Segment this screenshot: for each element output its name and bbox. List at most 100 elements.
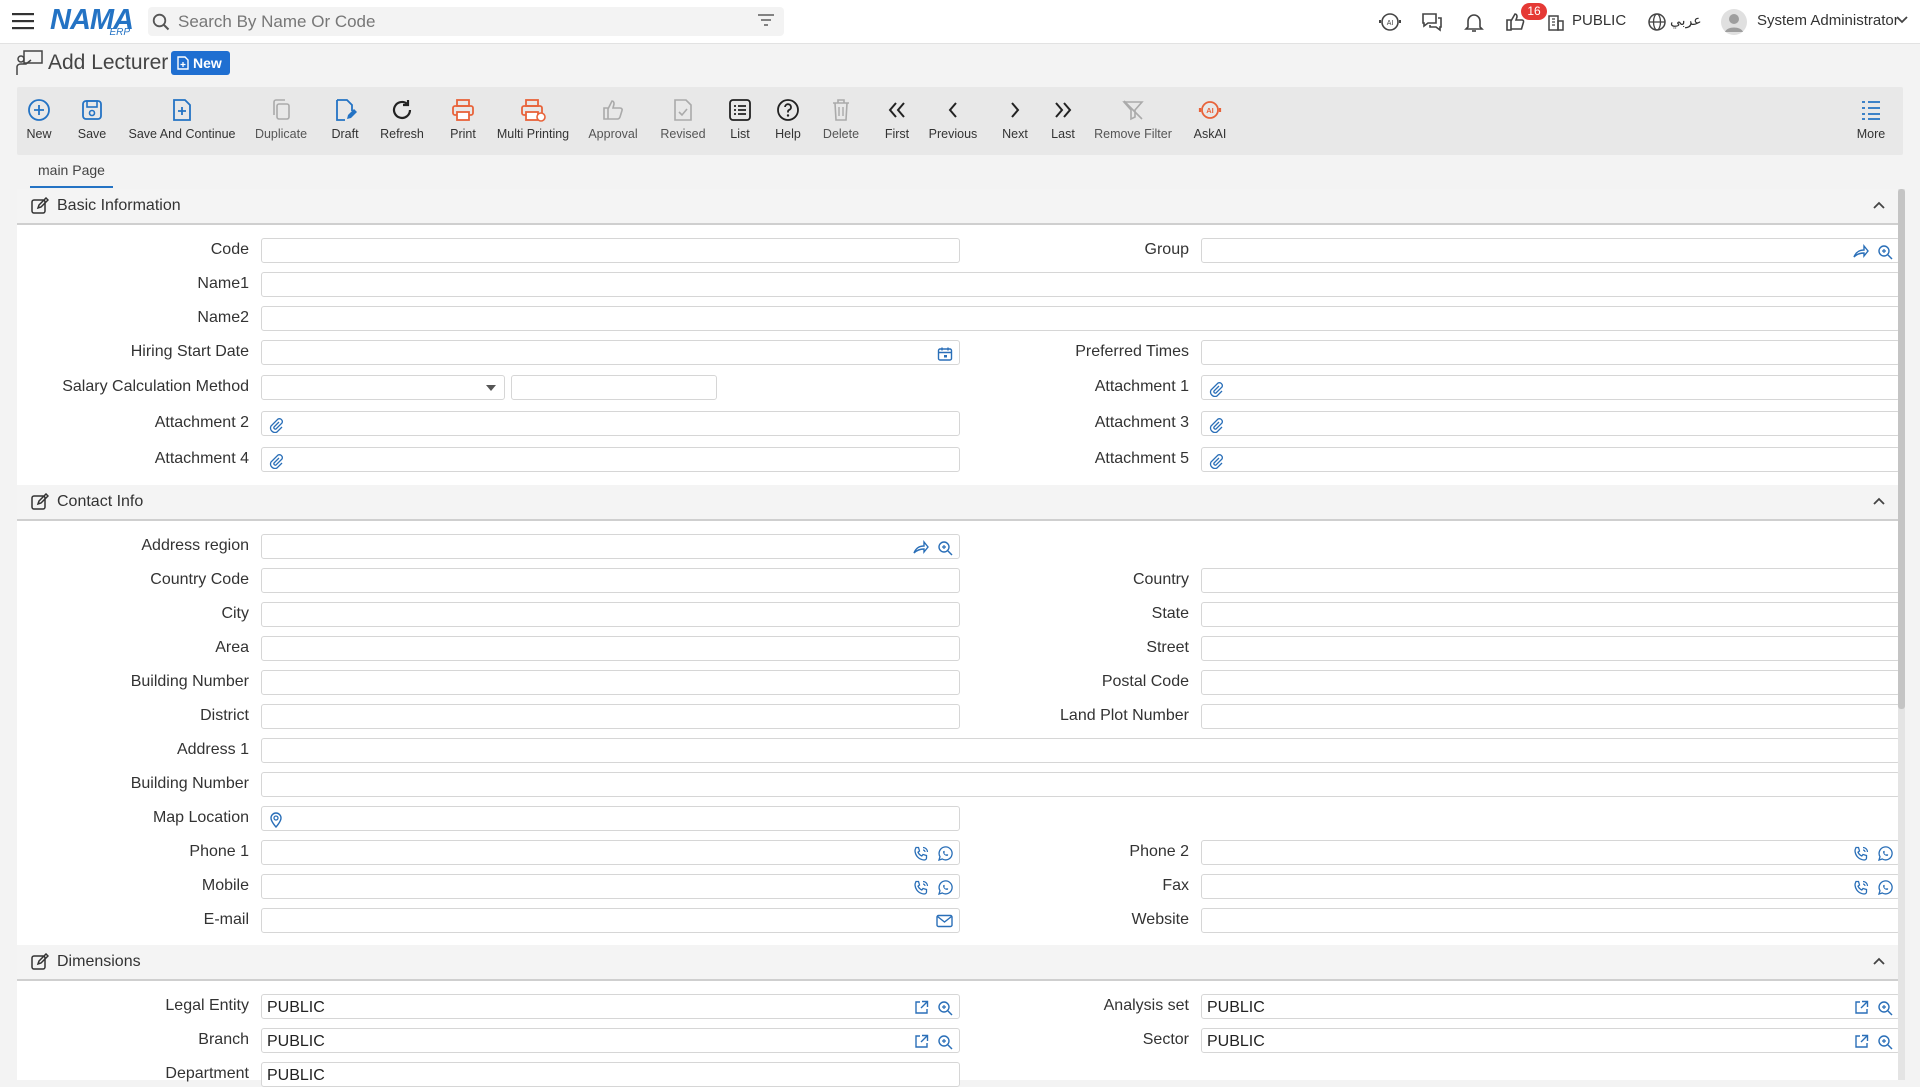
duplicate-button[interactable]: Duplicate	[255, 87, 307, 155]
section-basic-information[interactable]: Basic Information	[17, 189, 1903, 225]
chevron-down-icon[interactable]	[1896, 15, 1908, 25]
ai-assistant-icon[interactable]: AI	[1378, 10, 1402, 34]
save-and-continue-button[interactable]: Save And Continue	[128, 87, 236, 155]
land-plot-number-input[interactable]	[1201, 704, 1900, 729]
search-lookup-icon[interactable]	[1877, 244, 1893, 260]
revised-button[interactable]: Revised	[659, 87, 707, 155]
scrollbar-thumb[interactable]	[1898, 189, 1905, 709]
delete-button[interactable]: Delete	[822, 87, 860, 155]
section-dimensions[interactable]: Dimensions	[17, 945, 1903, 981]
approval-button[interactable]: Approval	[587, 87, 639, 155]
name1-input[interactable]	[261, 272, 1900, 297]
last-button[interactable]: Last	[1048, 87, 1078, 155]
name2-input[interactable]	[261, 306, 1900, 331]
search-lookup-icon[interactable]	[937, 540, 953, 556]
search-input[interactable]	[178, 8, 738, 35]
postal-code-input[interactable]	[1201, 670, 1900, 695]
map-pin-icon[interactable]	[268, 811, 284, 828]
sector-input[interactable]: PUBLIC	[1201, 1028, 1900, 1053]
attachment5-input[interactable]	[1201, 447, 1900, 472]
language-selector[interactable]: عربي	[1670, 12, 1702, 29]
chevron-up-icon[interactable]	[1873, 496, 1885, 506]
new-button[interactable]: New	[23, 87, 55, 155]
list-button[interactable]: List	[727, 87, 753, 155]
menu-icon[interactable]	[12, 12, 34, 30]
phone-icon[interactable]	[913, 846, 929, 862]
draft-button[interactable]: Draft	[329, 87, 361, 155]
attachment2-input[interactable]	[261, 411, 960, 436]
save-button[interactable]: Save	[75, 87, 109, 155]
remove-filter-button[interactable]: Remove Filter	[1093, 87, 1173, 155]
attachment4-input[interactable]	[261, 447, 960, 472]
bell-icon[interactable]	[1462, 10, 1486, 34]
tab-main-page[interactable]: main Page	[30, 160, 113, 188]
salary-calculation-value-input[interactable]	[511, 375, 717, 400]
search-lookup-icon[interactable]	[937, 1034, 953, 1050]
attachment3-input[interactable]	[1201, 411, 1900, 436]
refresh-button[interactable]: Refresh	[380, 87, 424, 155]
external-link-icon[interactable]	[1854, 1034, 1869, 1049]
envelope-icon[interactable]	[936, 914, 953, 928]
whatsapp-icon[interactable]	[1877, 880, 1893, 896]
external-link-icon[interactable]	[914, 1034, 929, 1049]
mobile-input[interactable]	[261, 874, 960, 899]
phone-icon[interactable]	[1853, 846, 1869, 862]
calendar-icon[interactable]	[937, 346, 953, 362]
fax-input[interactable]	[1201, 874, 1900, 899]
hiring-start-date-input[interactable]	[261, 340, 960, 365]
help-button[interactable]: Help	[774, 87, 802, 155]
salary-calculation-method-select[interactable]	[261, 375, 505, 400]
department-input[interactable]: PUBLIC	[261, 1062, 960, 1087]
group-input[interactable]	[1201, 238, 1900, 263]
legal-entity-input[interactable]: PUBLIC	[261, 994, 960, 1019]
user-name[interactable]: System Administrator	[1757, 12, 1899, 29]
state-input[interactable]	[1201, 602, 1900, 627]
city-input[interactable]	[261, 602, 960, 627]
phone2-input[interactable]	[1201, 840, 1900, 865]
multi-printing-button[interactable]: Multi Printing	[495, 87, 571, 155]
company-selector[interactable]: PUBLIC	[1572, 12, 1626, 29]
print-button[interactable]: Print	[445, 87, 481, 155]
country-input[interactable]	[1201, 568, 1900, 593]
map-location-input[interactable]	[261, 806, 960, 831]
company-icon[interactable]	[1546, 12, 1566, 32]
section-contact-info[interactable]: Contact Info	[17, 485, 1903, 521]
scrollbar[interactable]	[1898, 189, 1905, 1080]
code-input[interactable]	[261, 238, 960, 263]
external-link-icon[interactable]	[914, 1000, 929, 1015]
search-lookup-icon[interactable]	[1877, 1000, 1893, 1016]
paperclip-icon[interactable]	[268, 417, 284, 433]
share-icon[interactable]	[913, 540, 929, 554]
paperclip-icon[interactable]	[268, 453, 284, 469]
previous-button[interactable]: Previous	[928, 87, 978, 155]
phone-icon[interactable]	[1853, 880, 1869, 896]
country-code-input[interactable]	[261, 568, 960, 593]
nama-logo[interactable]: NAMA ERP	[50, 4, 134, 38]
phone-icon[interactable]	[913, 880, 929, 896]
globe-icon[interactable]	[1647, 12, 1667, 32]
askai-button[interactable]: AI AskAI	[1192, 87, 1228, 155]
paperclip-icon[interactable]	[1208, 417, 1224, 433]
external-link-icon[interactable]	[1854, 1000, 1869, 1015]
preferred-times-input[interactable]	[1201, 340, 1900, 365]
filter-icon[interactable]	[757, 13, 775, 29]
avatar[interactable]	[1720, 8, 1748, 36]
search-lookup-icon[interactable]	[1877, 1034, 1893, 1050]
chevron-up-icon[interactable]	[1873, 956, 1885, 966]
search-lookup-icon[interactable]	[937, 1000, 953, 1016]
email-input[interactable]	[261, 908, 960, 933]
next-button[interactable]: Next	[1000, 87, 1030, 155]
address-region-input[interactable]	[261, 534, 960, 559]
chat-icon[interactable]	[1420, 10, 1444, 34]
area-input[interactable]	[261, 636, 960, 661]
analysis-set-input[interactable]: PUBLIC	[1201, 994, 1900, 1019]
whatsapp-icon[interactable]	[1877, 846, 1893, 862]
attachment1-input[interactable]	[1201, 375, 1900, 400]
website-input[interactable]	[1201, 908, 1900, 933]
more-button[interactable]: More	[1855, 87, 1887, 155]
whatsapp-icon[interactable]	[937, 846, 953, 862]
chevron-up-icon[interactable]	[1873, 200, 1885, 210]
share-icon[interactable]	[1853, 244, 1869, 258]
paperclip-icon[interactable]	[1208, 381, 1224, 397]
street-input[interactable]	[1201, 636, 1900, 661]
